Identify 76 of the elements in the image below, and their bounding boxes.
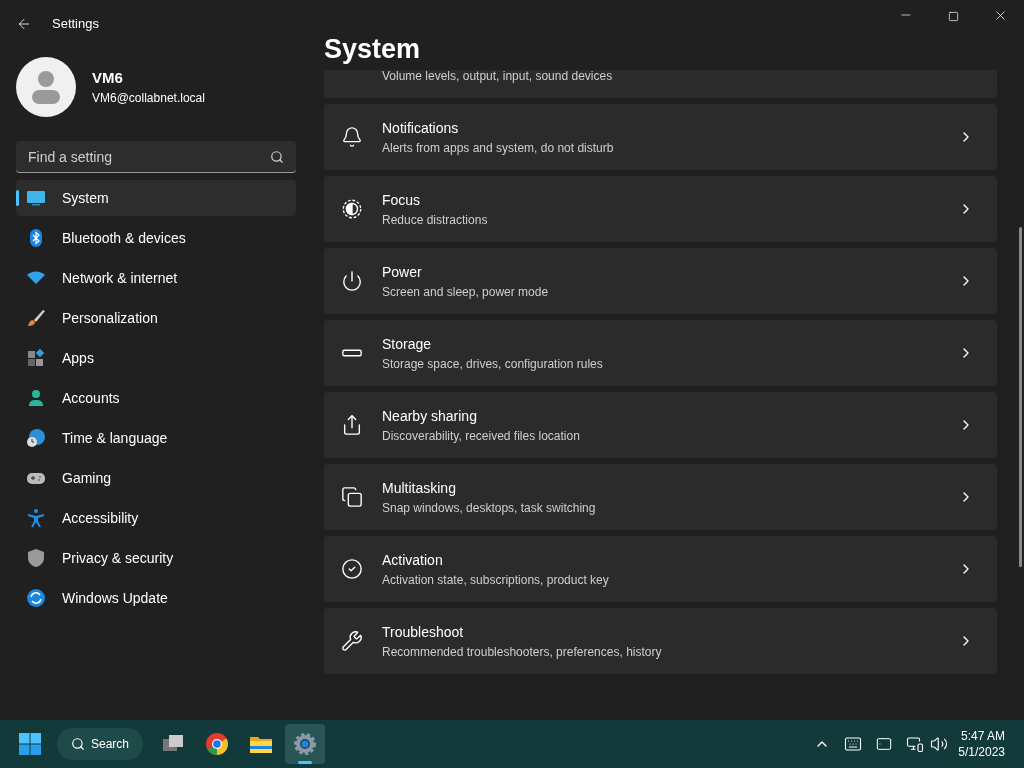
sidebar-item[interactable]: Privacy & security: [16, 540, 296, 576]
settings-card[interactable]: Notifications Alerts from apps and system, do not disturb: [324, 104, 997, 170]
paintbrush-icon: [26, 308, 46, 328]
browser-icon: [205, 732, 230, 756]
sidebar-item[interactable]: Accessibility: [16, 500, 296, 536]
sidebar-item[interactable]: Apps: [16, 340, 296, 376]
window-title: Settings: [52, 15, 99, 34]
tablet-icon[interactable]: [876, 736, 893, 752]
card-description: Storage space, drives, configuration rules: [382, 355, 604, 373]
globe-clock-icon: [26, 428, 46, 448]
sidebar-item[interactable]: Gaming: [16, 460, 296, 496]
page-title: System: [324, 33, 422, 66]
check-circle-icon: [341, 558, 363, 580]
focus-icon: [341, 198, 363, 220]
person-silhouette-icon: [31, 70, 61, 104]
settings-card[interactable]: Volume levels, output, input, sound devices: [324, 70, 997, 98]
shield-icon: [26, 548, 46, 568]
card-description: Screen and sleep, power mode: [382, 283, 550, 301]
keyboard-icon[interactable]: [844, 735, 863, 753]
card-title: Notifications: [382, 118, 460, 138]
card-description: Recommended troubleshooters, preferences, history: [382, 643, 663, 661]
card-title: Activation: [382, 550, 444, 570]
settings-card[interactable]: Storage Storage space, drives, configuration rules: [324, 320, 997, 386]
sidebar-item[interactable]: Windows Update: [16, 580, 296, 616]
person-icon: [26, 388, 46, 408]
clock-time[interactable]: 5:47 AM: [960, 728, 1005, 744]
power-icon: [341, 270, 363, 292]
back-icon[interactable]: [16, 16, 32, 32]
wrench-icon: [341, 630, 363, 652]
card-title: Power: [382, 262, 423, 282]
sidebar-item[interactable]: Bluetooth & devices: [16, 220, 296, 256]
settings-card[interactable]: Troubleshoot Recommended troubleshooters, preferences, history: [324, 608, 997, 674]
card-description: Snap windows, desktops, task switching: [382, 499, 597, 517]
settings-card[interactable]: Power Screen and sleep, power mode: [324, 248, 997, 314]
card-title: Nearby sharing: [382, 406, 478, 426]
search-icon: [71, 737, 85, 751]
sidebar-item[interactable]: Time & language: [16, 420, 296, 456]
bell-icon: [341, 126, 363, 148]
settings-card[interactable]: Focus Reduce distractions: [324, 176, 997, 242]
monitor-icon: [26, 188, 46, 208]
accessibility-icon: [26, 508, 46, 528]
card-title: Troubleshoot: [382, 622, 465, 642]
selection-indicator: [16, 190, 19, 206]
card-description: Activation state, subscriptions, product key: [382, 571, 610, 589]
account-name: VM6: [92, 67, 124, 88]
settings-card[interactable]: Nearby sharing Discoverability, received files location: [324, 392, 997, 458]
maximize-icon[interactable]: [948, 11, 959, 22]
close-icon[interactable]: [993, 8, 1008, 23]
windows-logo-icon[interactable]: [18, 732, 42, 756]
card-description: Alerts from apps and system, do not disturb: [382, 139, 615, 157]
apps-icon: [26, 348, 46, 368]
card-description: Reduce distractions: [382, 211, 489, 229]
network-icon[interactable]: [906, 735, 925, 753]
settings-card[interactable]: Activation Activation state, subscriptions, product key: [324, 536, 997, 602]
taskbar-app[interactable]: [285, 724, 326, 764]
search-icon: [270, 150, 284, 164]
card-title: Focus: [382, 190, 422, 210]
card-description: Discoverability, received files location: [382, 427, 581, 445]
windows-icon: [341, 486, 363, 508]
taskbar-search-button[interactable]: Search: [57, 728, 144, 760]
search-field[interactable]: Find a setting: [16, 141, 296, 173]
sidebar-item[interactable]: Network & internet: [16, 260, 296, 296]
card-title: Multitasking: [382, 478, 457, 498]
sidebar-item[interactable]: System: [16, 180, 296, 216]
update-icon: [26, 588, 46, 608]
share-icon: [341, 414, 363, 436]
settings-card[interactable]: Multitasking Snap windows, desktops, task switching: [324, 464, 997, 530]
card-title: Storage: [382, 334, 433, 354]
volume-icon[interactable]: [930, 735, 949, 753]
account-email: VM6@collabnet.local: [92, 90, 205, 108]
gear-icon: [293, 732, 318, 756]
active-app-indicator: [298, 761, 313, 764]
sidebar-item[interactable]: Accounts: [16, 380, 296, 416]
sidebar-item[interactable]: Personalization: [16, 300, 296, 336]
scrollbar-thumb[interactable]: [1018, 227, 1022, 567]
clock-date[interactable]: 5/1/2023: [958, 744, 1005, 760]
